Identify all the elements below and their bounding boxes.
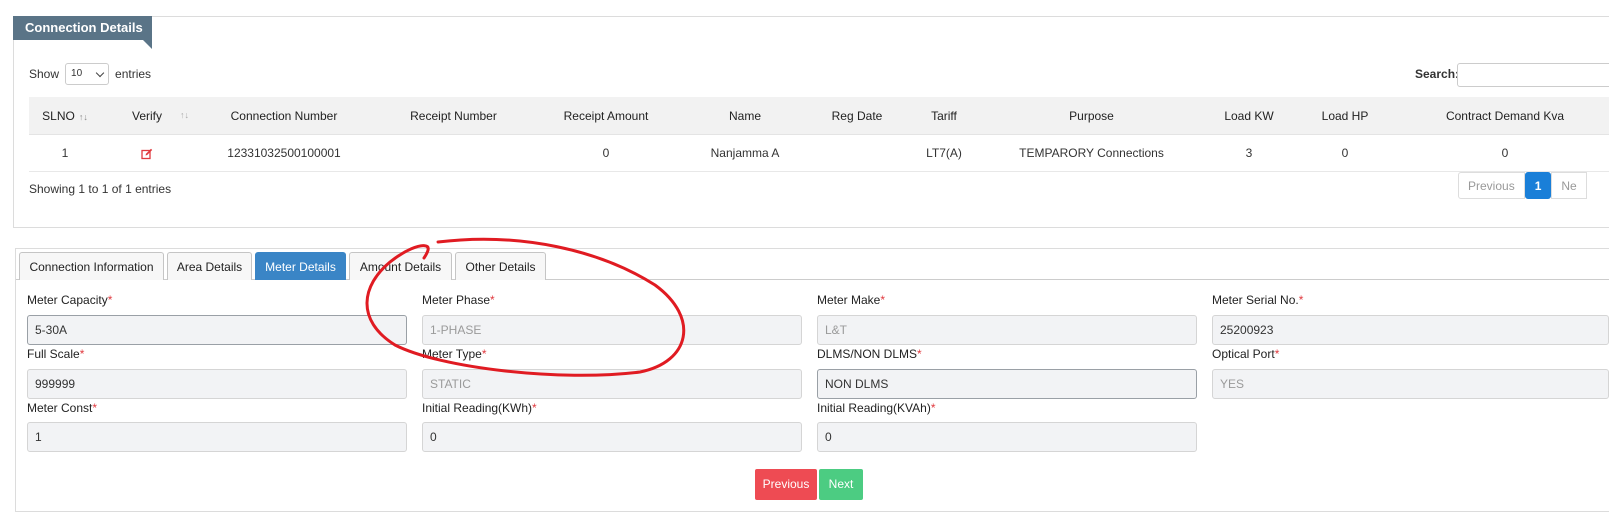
dlms-select[interactable]: NON DLMS bbox=[817, 369, 1197, 399]
full-scale-label: Full Scale* bbox=[27, 347, 85, 361]
chevron-down-icon bbox=[95, 68, 105, 77]
panel-title-corner bbox=[143, 40, 152, 49]
meter-phase-field[interactable]: 1-PHASE bbox=[422, 315, 802, 345]
column-header-name[interactable]: Name bbox=[680, 97, 810, 135]
column-header-purpose[interactable]: Purpose bbox=[984, 97, 1199, 135]
initial-kwh-label: Initial Reading(KWh)* bbox=[422, 401, 537, 415]
pagination-page-1[interactable]: 1 bbox=[1524, 172, 1552, 199]
column-header-connection-number[interactable]: Connection Number bbox=[193, 97, 375, 135]
dlms-label: DLMS/NON DLMS* bbox=[817, 347, 922, 361]
cell-verify bbox=[101, 134, 193, 172]
tab-other-details[interactable]: Other Details bbox=[455, 252, 546, 280]
panel-title: Connection Details bbox=[13, 16, 152, 40]
table-header-row: SLNO ↑↓ Verify ↑↓ Connection Number Receip… bbox=[29, 97, 1609, 135]
column-header-verify[interactable]: Verify ↑↓ bbox=[101, 97, 193, 135]
meter-make-label: Meter Make* bbox=[817, 293, 886, 307]
pagination: Previous 1 Ne bbox=[1458, 172, 1587, 199]
meter-capacity-label: Meter Capacity* bbox=[27, 293, 113, 307]
optical-port-label: Optical Port* bbox=[1212, 347, 1280, 361]
meter-phase-label: Meter Phase* bbox=[422, 293, 495, 307]
meter-serial-label: Meter Serial No.* bbox=[1212, 293, 1304, 307]
cell-contract-demand: 0 bbox=[1391, 134, 1609, 172]
full-scale-field[interactable]: 999999 bbox=[27, 369, 407, 399]
meter-const-label: Meter Const* bbox=[27, 401, 98, 415]
cell-load-kw: 3 bbox=[1199, 134, 1299, 172]
column-header-receipt-amount[interactable]: Receipt Amount bbox=[532, 97, 680, 135]
initial-kvah-label: Initial Reading(KVAh)* bbox=[817, 401, 936, 415]
meter-serial-field[interactable]: 25200923 bbox=[1212, 315, 1609, 345]
cell-name: Nanjamma A bbox=[680, 134, 810, 172]
show-label: Show bbox=[29, 67, 60, 81]
edit-icon[interactable] bbox=[141, 148, 153, 160]
search-input[interactable] bbox=[1457, 63, 1609, 87]
initial-kwh-field[interactable]: 0 bbox=[422, 422, 802, 452]
initial-kvah-field[interactable]: 0 bbox=[817, 422, 1197, 452]
meter-type-label: Meter Type* bbox=[422, 347, 487, 361]
meter-const-field[interactable]: 1 bbox=[27, 422, 407, 452]
meter-type-field[interactable]: STATIC bbox=[422, 369, 802, 399]
search-label: Search: bbox=[1415, 67, 1460, 81]
column-header-slno[interactable]: SLNO ↑↓ bbox=[29, 97, 101, 135]
meter-capacity-select[interactable]: 5-30A bbox=[27, 315, 407, 345]
column-header-reg-date[interactable]: Reg Date bbox=[810, 97, 904, 135]
column-header-load-kw[interactable]: Load KW bbox=[1199, 97, 1299, 135]
cell-tariff: LT7(A) bbox=[904, 134, 984, 172]
table-info: Showing 1 to 1 of 1 entries bbox=[29, 182, 172, 196]
tab-connection-information[interactable]: Connection Information bbox=[19, 252, 164, 280]
table-row: 1 12331032500100001 0 Nanjamma A LT7(A) … bbox=[29, 134, 1609, 172]
meter-make-field[interactable]: L&T bbox=[817, 315, 1197, 345]
length-menu: Show 10 entries bbox=[29, 63, 151, 85]
tab-amount-details[interactable]: Amount Details bbox=[349, 252, 452, 280]
cell-receipt-amount: 0 bbox=[532, 134, 680, 172]
sort-asc-icon: ↑↓ bbox=[78, 111, 88, 122]
previous-button[interactable]: Previous bbox=[755, 469, 817, 500]
column-header-receipt-number[interactable]: Receipt Number bbox=[375, 97, 532, 135]
cell-receipt-number bbox=[375, 134, 532, 172]
optical-port-field[interactable]: YES bbox=[1212, 369, 1609, 399]
cell-connection-number: 12331032500100001 bbox=[193, 134, 375, 172]
tab-area-details[interactable]: Area Details bbox=[167, 252, 252, 280]
entries-select-value: 10 bbox=[71, 68, 83, 79]
column-header-contract-demand[interactable]: Contract Demand Kva bbox=[1391, 97, 1609, 135]
column-header-tariff[interactable]: Tariff bbox=[904, 97, 984, 135]
sort-icon: ↑↓ bbox=[180, 110, 189, 120]
next-button[interactable]: Next bbox=[819, 469, 863, 500]
connections-table: SLNO ↑↓ Verify ↑↓ Connection Number Receip… bbox=[29, 97, 1609, 172]
cell-reg-date bbox=[810, 134, 904, 172]
cell-load-hp: 0 bbox=[1299, 134, 1391, 172]
entries-label: entries bbox=[115, 67, 152, 81]
cell-slno: 1 bbox=[29, 134, 101, 172]
tab-meter-details[interactable]: Meter Details bbox=[255, 252, 346, 280]
entries-select[interactable]: 10 bbox=[65, 63, 110, 85]
column-header-load-hp[interactable]: Load HP bbox=[1299, 97, 1391, 135]
pagination-next[interactable]: Ne bbox=[1551, 172, 1587, 199]
cell-purpose: TEMPARORY Connections bbox=[984, 134, 1199, 172]
pagination-previous[interactable]: Previous bbox=[1458, 172, 1525, 199]
